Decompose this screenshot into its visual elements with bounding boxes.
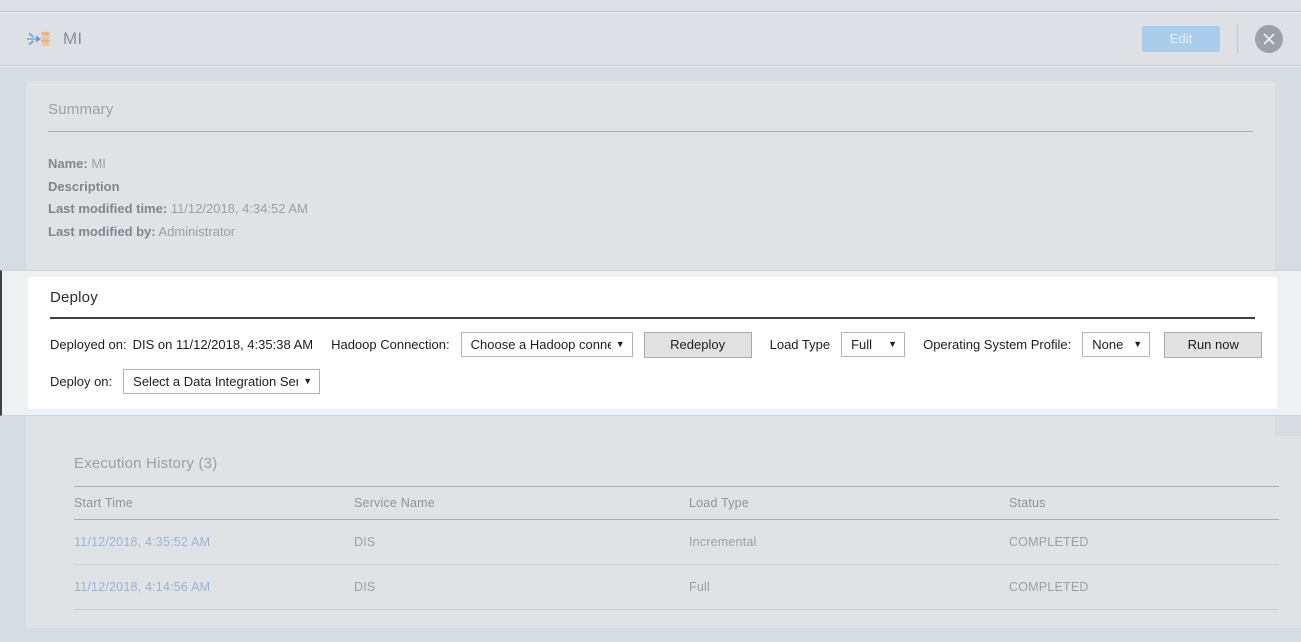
table-row[interactable]: 11/12/2018, 4:14:56 AM DIS Full COMPLETE… (74, 564, 1279, 610)
chevron-down-icon: ▼ (615, 339, 625, 349)
cell-start-time[interactable]: 11/12/2018, 4:35:52 AM (74, 519, 354, 565)
hadoop-connection-label: Hadoop Connection: (331, 337, 450, 352)
redeploy-button[interactable]: Redeploy (643, 331, 752, 358)
page-title: MI (63, 29, 83, 48)
header-left: MI (0, 29, 1142, 49)
summary-field-last-modified-time-value: 11/12/2018, 4:34:52 AM (170, 201, 308, 216)
deployed-on-label: Deployed on: (50, 337, 127, 352)
deploy-title: Deploy (50, 289, 98, 306)
header-divider (1237, 24, 1238, 54)
window-body: Summary Name: MI Description Last modifi… (0, 67, 1301, 642)
column-header-load-type: Load Type (689, 487, 1009, 520)
run-now-button[interactable]: Run now (1164, 331, 1263, 358)
os-profile-select-value: None (1092, 337, 1124, 352)
table-row[interactable]: 11/12/2018, 4:35:52 AM DIS Incremental C… (74, 519, 1279, 565)
table-header-row: Start Time Service Name Load Type Status (74, 487, 1279, 520)
summary-fields: Name: MI Description Last modified time:… (48, 132, 1253, 243)
summary-field-last-modified-time: Last modified time: 11/12/2018, 4:34:52 … (48, 198, 1253, 221)
chevron-down-icon: ▼ (303, 375, 313, 386)
summary-section: Summary Name: MI Description Last modifi… (26, 81, 1275, 243)
window-header: MI Edit (0, 13, 1301, 66)
cell-start-time[interactable]: 11/12/2018, 4:14:56 AM (74, 564, 354, 610)
cell-load-type: Incremental (689, 519, 1009, 565)
summary-field-name-label: Name: (48, 156, 88, 171)
deploy-row-primary: Deployed on: DIS on 11/12/2018, 4:35:38 … (50, 319, 1263, 358)
deploy-on-label: Deploy on: (50, 373, 113, 389)
deployed-on-value: DIS on 11/12/2018, 4:35:38 AM (132, 337, 314, 352)
summary-field-last-modified-by-label: Last modified by: (48, 223, 156, 239)
summary-field-description-label: Description (48, 178, 120, 194)
header-right: Edit (1142, 24, 1301, 54)
deploy-row-secondary: Deploy on: Select a Data Integration Ser… (50, 358, 1255, 394)
close-icon[interactable] (1255, 25, 1283, 53)
cell-status: COMPLETED (1009, 519, 1279, 565)
summary-field-name-value: MI (91, 156, 106, 171)
column-header-start-time: Start Time (74, 487, 354, 520)
summary-field-last-modified-by: Last modified by: Administrator (48, 221, 1253, 244)
summary-field-last-modified-time-label: Last modified time: (48, 201, 168, 216)
load-type-select-value: Full (851, 337, 873, 352)
column-header-status: Status (1009, 487, 1279, 520)
cell-load-type: Full (689, 564, 1009, 610)
summary-field-description: Description (48, 176, 1253, 199)
execution-history-table: Start Time Service Name Load Type Status… (74, 487, 1279, 610)
deploy-inner-panel: Deploy Deployed on: DIS on 11/12/2018, 4… (28, 277, 1277, 409)
column-header-service-name: Service Name (354, 487, 689, 520)
os-profile-select[interactable]: None ▼ (1082, 332, 1151, 357)
mapping-detail-window: MI Edit Summary Name: MI Description Las… (0, 0, 1301, 642)
cell-status: COMPLETED (1009, 564, 1279, 610)
window-top-strip (0, 0, 1301, 12)
summary-title: Summary (48, 101, 114, 118)
summary-field-last-modified-by-value: Administrator (158, 223, 236, 239)
load-type-label: Load Type (769, 337, 831, 352)
chevron-down-icon: ▼ (888, 339, 898, 349)
os-profile-label: Operating System Profile: (923, 337, 1072, 352)
execution-history-section: Execution History (3) Start Time Service… (52, 436, 1301, 628)
chevron-down-icon: ▼ (1133, 339, 1143, 349)
hadoop-connection-select-value: Choose a Hadoop conne (470, 337, 611, 352)
hadoop-connection-select[interactable]: Choose a Hadoop conne ▼ (460, 332, 633, 357)
deploy-on-select[interactable]: Select a Data Integration Servi ▼ (123, 368, 321, 394)
execution-history-title: Execution History (3) (74, 455, 218, 472)
deploy-section: Deploy Deployed on: DIS on 11/12/2018, 4… (0, 270, 1301, 416)
deploy-on-select-value: Select a Data Integration Servi (133, 373, 299, 389)
cell-service-name: DIS (354, 564, 689, 610)
mapping-icon (26, 29, 52, 49)
cell-service-name: DIS (354, 519, 689, 565)
edit-button[interactable]: Edit (1142, 26, 1220, 52)
load-type-select[interactable]: Full ▼ (841, 332, 906, 357)
summary-field-name: Name: MI (48, 153, 1253, 176)
